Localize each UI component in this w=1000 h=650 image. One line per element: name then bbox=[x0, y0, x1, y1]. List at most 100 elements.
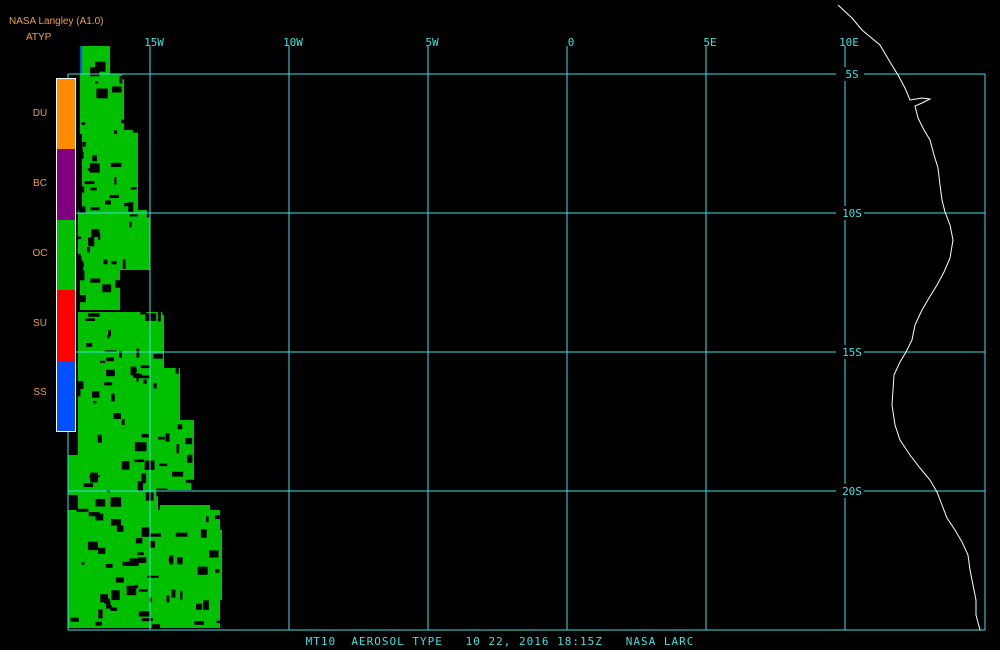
aerosol-gap bbox=[153, 353, 163, 359]
aerosol-gap bbox=[194, 161, 200, 168]
aerosol-gap bbox=[83, 483, 94, 488]
aerosol-gap bbox=[77, 294, 86, 303]
aerosol-gap bbox=[139, 203, 150, 208]
aerosol-gap bbox=[138, 589, 148, 592]
aerosol-gap bbox=[194, 621, 204, 625]
aerosol-gap bbox=[179, 151, 184, 160]
aerosol-gap bbox=[86, 342, 93, 347]
aerosol-gap bbox=[164, 143, 176, 150]
aerosol-gap bbox=[96, 88, 108, 99]
aerosol-gap bbox=[89, 163, 100, 173]
legend-label-du: DU bbox=[32, 108, 48, 119]
aerosol-gap bbox=[150, 533, 161, 537]
aerosol-gap bbox=[92, 155, 98, 162]
aerosol-map: 15W 10W 5W 0 5E 10E 5S 10S 15S 20S NASA Langley (… bbox=[0, 0, 1000, 650]
parallel-label-10s: 10S bbox=[842, 207, 862, 220]
aerosol-gap bbox=[138, 375, 150, 379]
aerosol-gap bbox=[157, 311, 161, 322]
meridian-label-0: 0 bbox=[568, 36, 575, 49]
aerosol-gap bbox=[100, 360, 106, 363]
aerosol-gap bbox=[97, 434, 102, 443]
aerosol-gap bbox=[90, 472, 98, 483]
aerosol-gap bbox=[113, 130, 118, 134]
map-caption: MT10 AEROSOL TYPE 10 22, 2016 18:15Z NAS… bbox=[305, 635, 695, 648]
aerosol-gap bbox=[77, 270, 85, 281]
aerosol-oc-coverage bbox=[68, 46, 231, 633]
aerosol-gap bbox=[145, 313, 157, 321]
parallel-label-5s: 5S bbox=[845, 68, 858, 81]
aerosol-patch bbox=[80, 74, 124, 134]
legend-label-ss: SS bbox=[33, 387, 47, 398]
aerosol-gap bbox=[105, 200, 111, 205]
aerosol-gap bbox=[202, 86, 212, 91]
aerosol-gap bbox=[215, 107, 227, 110]
aerosol-gap bbox=[147, 575, 159, 578]
aerosol-gap bbox=[150, 219, 156, 223]
aerosol-gap bbox=[175, 532, 188, 537]
legend-label-oc: OC bbox=[32, 248, 48, 259]
aerosol-gap bbox=[121, 419, 125, 425]
aerosol-gap bbox=[163, 109, 170, 113]
aerosol-gap bbox=[141, 618, 153, 622]
aerosol-gap bbox=[110, 607, 118, 611]
aerosol-gap bbox=[136, 348, 140, 358]
legend-swatch-ss bbox=[57, 360, 75, 432]
aerosol-gap bbox=[177, 424, 183, 430]
aerosol-gap bbox=[203, 325, 210, 328]
aerosol-gap bbox=[142, 65, 147, 74]
aerosol-gap bbox=[203, 443, 210, 451]
aerosol-gap bbox=[176, 557, 183, 565]
aerosol-gap bbox=[169, 61, 177, 67]
aerosol-gap bbox=[206, 172, 218, 181]
aerosol-gap bbox=[141, 527, 150, 537]
aerosol-gap bbox=[85, 318, 96, 322]
aerosol-gap bbox=[175, 365, 179, 374]
aerosol-gap bbox=[140, 311, 147, 315]
aerosol-gap bbox=[199, 384, 205, 388]
aerosol-gap bbox=[145, 136, 157, 141]
aerosol-type-legend bbox=[56, 78, 76, 432]
aerosol-gap bbox=[180, 591, 183, 600]
aerosol-gap bbox=[159, 463, 168, 467]
aerosol-gap bbox=[150, 540, 156, 548]
aerosol-gap bbox=[161, 279, 165, 283]
aerosol-gap bbox=[130, 366, 137, 376]
aerosol-gap bbox=[111, 86, 122, 93]
aerosol-gap bbox=[114, 177, 117, 185]
aerosol-gap bbox=[214, 407, 220, 412]
aerosol-gap bbox=[130, 187, 137, 190]
aerosol-gap bbox=[216, 161, 220, 164]
aerosol-gap bbox=[100, 594, 109, 603]
aerosol-gap bbox=[103, 259, 108, 265]
aerosol-gap bbox=[122, 70, 127, 80]
aerosol-gap bbox=[144, 89, 149, 96]
meridian-label-15w: 15W bbox=[144, 36, 164, 49]
aerosol-gap bbox=[134, 584, 139, 589]
africa-coastline bbox=[837, 4, 981, 631]
aerosol-gap bbox=[214, 515, 227, 520]
aerosol-gap bbox=[129, 221, 132, 228]
aerosol-gap bbox=[76, 508, 89, 512]
aerosol-gap bbox=[115, 280, 127, 288]
aerosol-gap bbox=[109, 194, 120, 198]
aerosol-gap bbox=[197, 566, 208, 575]
aerosol-gap bbox=[205, 516, 209, 523]
legend-swatch-su bbox=[57, 290, 75, 361]
aerosol-gap bbox=[188, 137, 193, 140]
parallel-label-15s: 15S bbox=[842, 346, 862, 359]
source-label: NASA Langley (A1.0) bbox=[9, 16, 104, 27]
aerosol-gap bbox=[217, 323, 220, 333]
aerosol-gap bbox=[113, 413, 121, 419]
aerosol-gap bbox=[165, 285, 176, 289]
aerosol-gap bbox=[84, 181, 95, 185]
aerosol-gap bbox=[77, 260, 84, 271]
aerosol-gap bbox=[163, 205, 170, 209]
legend-swatch-du bbox=[57, 79, 75, 150]
aerosol-gap bbox=[167, 187, 180, 194]
aerosol-gap bbox=[87, 541, 98, 551]
aerosol-gap bbox=[134, 459, 144, 463]
aerosol-gap bbox=[162, 116, 166, 122]
aerosol-gap bbox=[88, 313, 100, 317]
aerosol-gap bbox=[70, 617, 79, 622]
aerosol-gap bbox=[138, 611, 150, 617]
